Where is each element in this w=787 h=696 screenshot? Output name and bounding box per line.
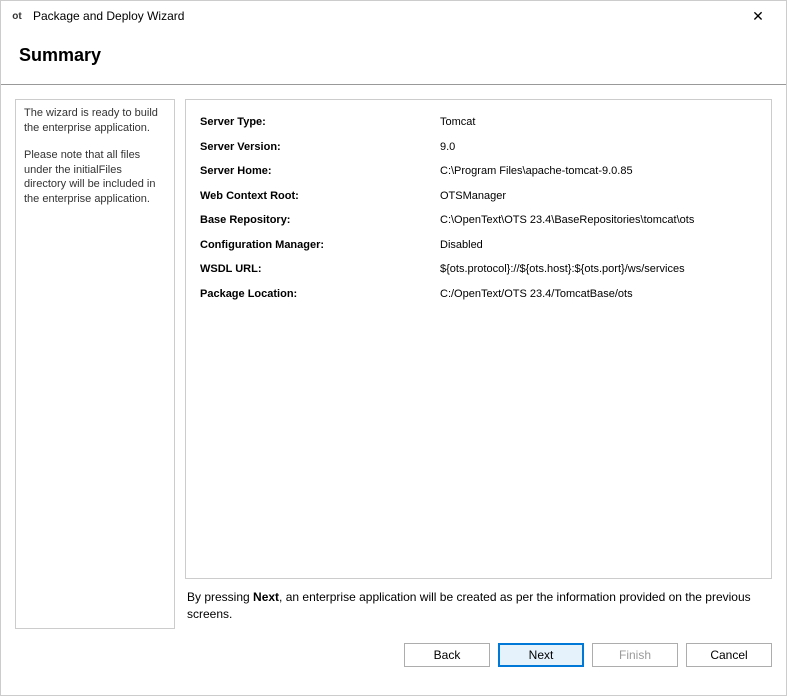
wizard-header: Summary (1, 31, 786, 85)
summary-label: WSDL URL: (200, 261, 440, 278)
button-bar: Back Next Finish Cancel (1, 629, 786, 681)
note-prefix: By pressing (187, 590, 253, 604)
window-title: Package and Deploy Wizard (33, 9, 738, 23)
summary-row: Base Repository:C:\OpenText\OTS 23.4\Bas… (200, 208, 757, 233)
sidebar-text-2: Please note that all files under the ini… (24, 148, 166, 207)
summary-value: 9.0 (440, 139, 757, 156)
summary-row: Server Home:C:\Program Files\apache-tomc… (200, 159, 757, 184)
sidebar-text-1: The wizard is ready to build the enterpr… (24, 106, 166, 136)
summary-value: ${ots.protocol}://${ots.host}:${ots.port… (440, 261, 757, 278)
app-icon: ot (9, 8, 25, 24)
page-title: Summary (19, 45, 768, 66)
titlebar: ot Package and Deploy Wizard ✕ (1, 1, 786, 31)
summary-label: Server Type: (200, 114, 440, 131)
content-area: The wizard is ready to build the enterpr… (1, 85, 786, 629)
sidebar-description: The wizard is ready to build the enterpr… (15, 99, 175, 629)
summary-value: C:\Program Files\apache-tomcat-9.0.85 (440, 163, 757, 180)
back-button[interactable]: Back (404, 643, 490, 667)
main-panel: Server Type:TomcatServer Version:9.0Serv… (185, 99, 772, 629)
finish-button: Finish (592, 643, 678, 667)
summary-row: Server Version:9.0 (200, 135, 757, 160)
summary-label: Server Version: (200, 139, 440, 156)
summary-row: Package Location:C:/OpenText/OTS 23.4/To… (200, 282, 757, 307)
instruction-note: By pressing Next, an enterprise applicat… (185, 579, 772, 629)
summary-value: Tomcat (440, 114, 757, 131)
summary-value: C:\OpenText\OTS 23.4\BaseRepositories\to… (440, 212, 757, 229)
summary-value: C:/OpenText/OTS 23.4/TomcatBase/ots (440, 286, 757, 303)
summary-label: Configuration Manager: (200, 237, 440, 254)
summary-row: Configuration Manager:Disabled (200, 233, 757, 258)
summary-label: Web Context Root: (200, 188, 440, 205)
summary-label: Package Location: (200, 286, 440, 303)
summary-label: Base Repository: (200, 212, 440, 229)
summary-box: Server Type:TomcatServer Version:9.0Serv… (185, 99, 772, 579)
summary-row: Server Type:Tomcat (200, 110, 757, 135)
cancel-button[interactable]: Cancel (686, 643, 772, 667)
note-bold: Next (253, 590, 279, 604)
summary-label: Server Home: (200, 163, 440, 180)
close-icon[interactable]: ✕ (738, 2, 778, 30)
summary-row: Web Context Root:OTSManager (200, 184, 757, 209)
summary-row: WSDL URL:${ots.protocol}://${ots.host}:$… (200, 257, 757, 282)
summary-value: Disabled (440, 237, 757, 254)
summary-value: OTSManager (440, 188, 757, 205)
next-button[interactable]: Next (498, 643, 584, 667)
